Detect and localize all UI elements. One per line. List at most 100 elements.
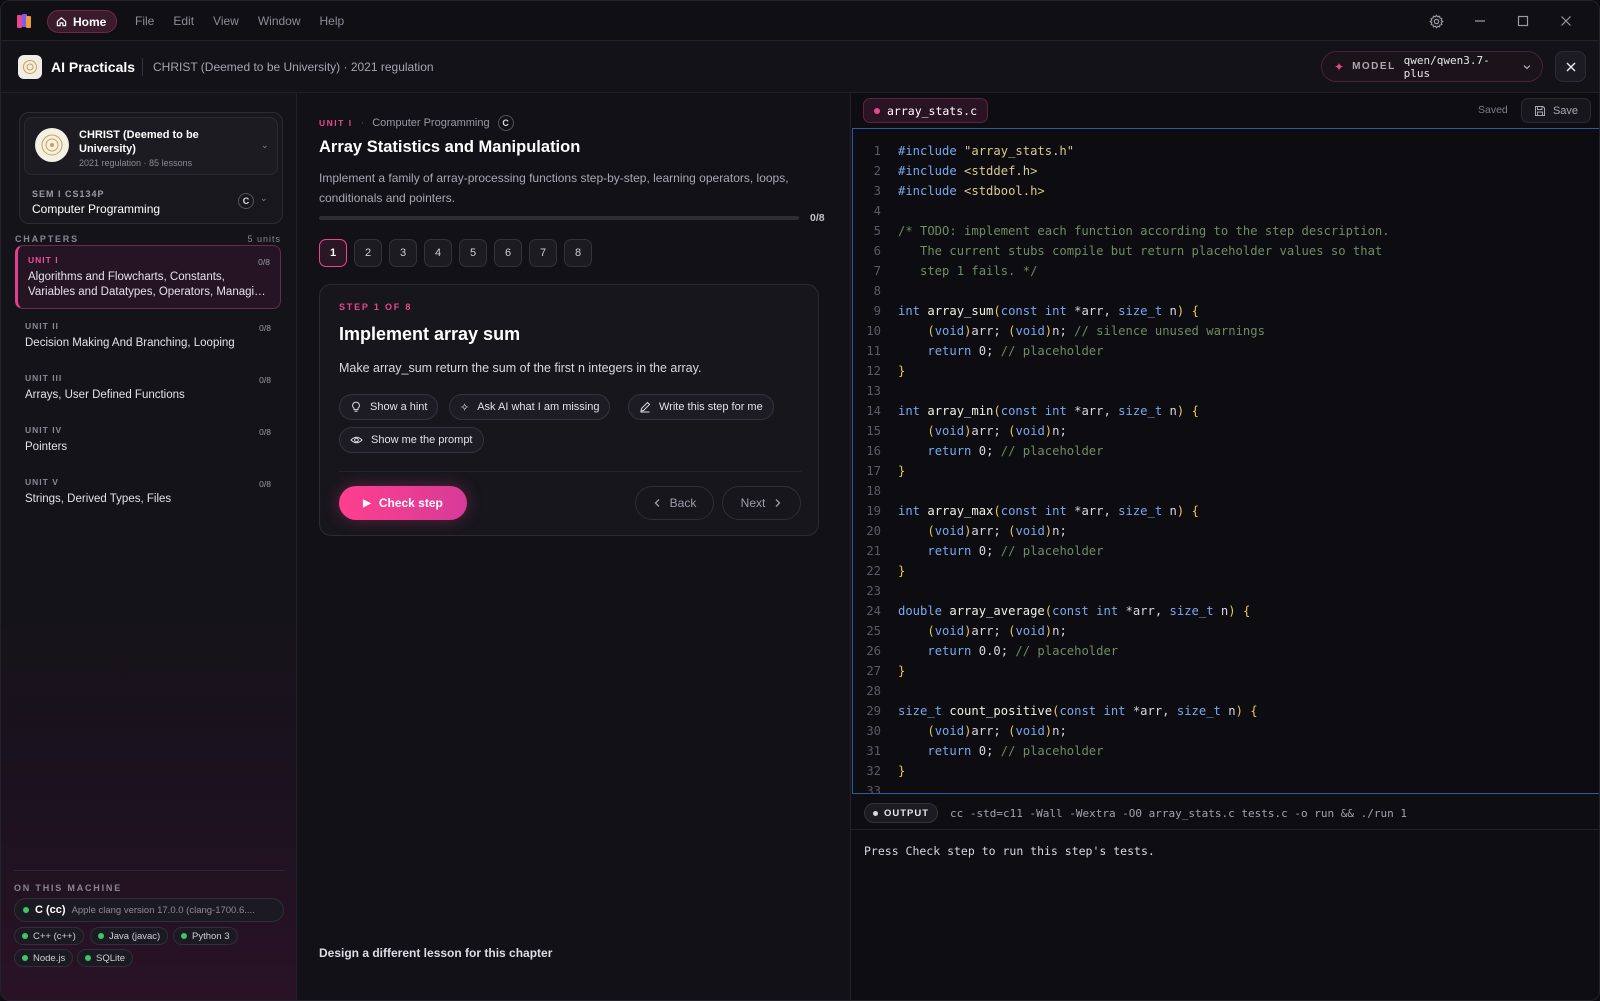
toolchain-main-name: C (cc) <box>35 904 66 916</box>
toolchain-chip-node[interactable]: Node.js <box>14 949 74 967</box>
line-number: 3 <box>873 184 881 198</box>
code-text: int array_max(const int *arr, size_t n) … <box>898 504 1199 518</box>
school-selector[interactable]: CHRIST (Deemed to be University) 2021 re… <box>24 117 278 175</box>
step-counter: STEP 1 OF 8 <box>339 302 413 312</box>
toolchain-chip-python[interactable]: Python 3 <box>173 927 238 945</box>
write-step-button[interactable]: Write this step for me <box>628 394 774 420</box>
code-text: (void)arr; (void)n; <box>927 724 1067 738</box>
chapter-title: Algorithms and Flowcharts, Constants, Va… <box>28 271 266 298</box>
minimize-icon <box>1475 20 1485 22</box>
toolchain-chip-cpp[interactable]: C++ (c++) <box>14 927 84 945</box>
chapter-unit: UNIT II <box>25 321 59 331</box>
lesson-description: Implement a family of array-processing f… <box>319 171 789 205</box>
code-text: #include <stdbool.h> <box>898 184 1045 198</box>
step-button-4[interactable]: 4 <box>424 239 452 267</box>
chapter-title: Arrays, User Defined Functions <box>25 389 185 401</box>
maximize-icon <box>1517 15 1529 27</box>
code-line: 21 return 0; // placeholder <box>853 541 1593 561</box>
close-panel-button[interactable] <box>1555 51 1586 82</box>
menu-file[interactable]: File <box>135 14 154 28</box>
chapter-title: Pointers <box>25 441 68 453</box>
step-button-2[interactable]: 2 <box>354 239 382 267</box>
line-number: 14 <box>866 404 881 418</box>
model-selector[interactable]: ✦ MODEL qwen/qwen3.7-plus <box>1321 51 1543 82</box>
code-text: int array_min(const int *arr, size_t n) … <box>898 404 1199 418</box>
step-button-8[interactable]: 8 <box>564 239 592 267</box>
show-prompt-button[interactable]: Show me the prompt <box>339 427 484 453</box>
step-button-7[interactable]: 7 <box>529 239 557 267</box>
code-line: 14 int array_min(const int *arr, size_t n… <box>853 401 1593 421</box>
window-close-button[interactable] <box>1551 1 1581 41</box>
code-text: } <box>898 664 906 678</box>
course-selector[interactable]: SEM I CS134P Computer Programming C ⌄ <box>24 181 278 219</box>
chapter-item-unit-2[interactable]: UNIT II 0/8 Decision Making And Branchin… <box>15 312 281 360</box>
code-text: } <box>898 464 906 478</box>
output-tab[interactable]: OUTPUT <box>864 803 939 823</box>
chapter-item-unit-4[interactable]: UNIT IV 0/8 Pointers <box>15 416 281 464</box>
code-line: 15 (void)arr; (void)n; <box>853 421 1593 441</box>
file-tab-label: array_stats.c <box>887 103 978 118</box>
eye-icon <box>350 436 363 444</box>
step-description: Make array_sum return the sum of the fir… <box>339 361 702 375</box>
step-button-6[interactable]: 6 <box>494 239 522 267</box>
app-window: Home File Edit View Window Help AI Pract… <box>0 0 1600 1001</box>
home-button[interactable]: Home <box>47 10 118 33</box>
status-dot <box>85 955 91 961</box>
design-different-lesson-link[interactable]: Design a different lesson for this chapt… <box>319 946 552 960</box>
code-line: 2 #include <stddef.h> <box>853 161 1593 181</box>
chapter-item-unit-5[interactable]: UNIT V 0/8 Strings, Derived Types, Files <box>15 468 281 516</box>
output-text: Press Check step to run this step's test… <box>864 844 1155 858</box>
chapter-item-unit-1[interactable]: UNIT I 0/8 Algorithms and Flowcharts, Co… <box>15 245 281 309</box>
code-text: #include <stddef.h> <box>898 164 1038 178</box>
ask-ai-button[interactable]: ✧ Ask AI what I am missing <box>449 394 611 420</box>
lesson-progress-bar <box>319 216 799 220</box>
toolchain-chip-sqlite[interactable]: SQLite <box>77 949 134 967</box>
app-logo-icon <box>17 14 31 28</box>
maximize-button[interactable] <box>1508 1 1538 41</box>
code-text: } <box>898 764 906 778</box>
menu-view[interactable]: View <box>213 14 239 28</box>
status-dot <box>22 933 28 939</box>
chapter-title: Strings, Derived Types, Files <box>25 493 172 505</box>
check-step-button[interactable]: ▶ Check step <box>339 486 467 520</box>
step-button-1[interactable]: 1 <box>319 239 347 267</box>
line-number: 27 <box>866 664 881 678</box>
show-hint-button[interactable]: Show a hint <box>339 394 439 420</box>
line-number: 30 <box>866 724 881 738</box>
chapter-unit: UNIT III <box>25 373 63 383</box>
lesson-breadcrumb: UNIT I · Computer Programming C <box>319 115 514 131</box>
chapter-unit: UNIT IV <box>25 425 63 435</box>
back-button[interactable]: Back <box>635 486 714 520</box>
line-number: 7 <box>873 264 881 278</box>
code-text: double array_average(const int *arr, siz… <box>898 604 1251 618</box>
save-button[interactable]: Save <box>1521 98 1591 123</box>
code-line: 12} <box>853 361 1593 381</box>
close-icon <box>1565 61 1576 72</box>
menu-window[interactable]: Window <box>258 14 301 28</box>
line-number: 33 <box>866 784 881 794</box>
title-bar: Home File Edit View Window Help <box>1 1 1599 41</box>
code-text: (void)arr; (void)n; <box>927 524 1067 538</box>
toolchain-main[interactable]: C (cc) Apple clang version 17.0.0 (clang… <box>14 898 284 922</box>
code-editor[interactable]: 1 #include "array_stats.h" 2 #include <stdd… <box>852 128 1599 794</box>
next-button[interactable]: Next <box>722 486 801 520</box>
code-text: The current stubs compile but return pla… <box>898 244 1383 258</box>
minimize-button[interactable] <box>1465 1 1495 41</box>
toolchain-chip-java[interactable]: Java (javac) <box>90 927 169 945</box>
menu-help[interactable]: Help <box>320 14 345 28</box>
chapter-item-unit-3[interactable]: UNIT III 0/8 Arrays, User Defined Functi… <box>15 364 281 412</box>
code-text: int array_sum(const int *arr, size_t n) … <box>898 304 1199 318</box>
chapter-unit: UNIT I <box>28 255 59 265</box>
menu-edit[interactable]: Edit <box>173 14 194 28</box>
card-divider <box>339 471 801 472</box>
lesson-language-badge: C <box>497 115 514 131</box>
settings-button[interactable] <box>1421 1 1451 41</box>
code-text: (void)arr; (void)n; <box>927 624 1067 638</box>
semester-label: SEM I CS134P <box>32 189 105 199</box>
home-icon <box>56 17 67 27</box>
code-text: return 0; // placeholder <box>927 344 1104 358</box>
file-tab[interactable]: array_stats.c <box>863 98 989 123</box>
step-button-3[interactable]: 3 <box>389 239 417 267</box>
step-button-5[interactable]: 5 <box>459 239 487 267</box>
lightbulb-icon <box>352 401 360 412</box>
